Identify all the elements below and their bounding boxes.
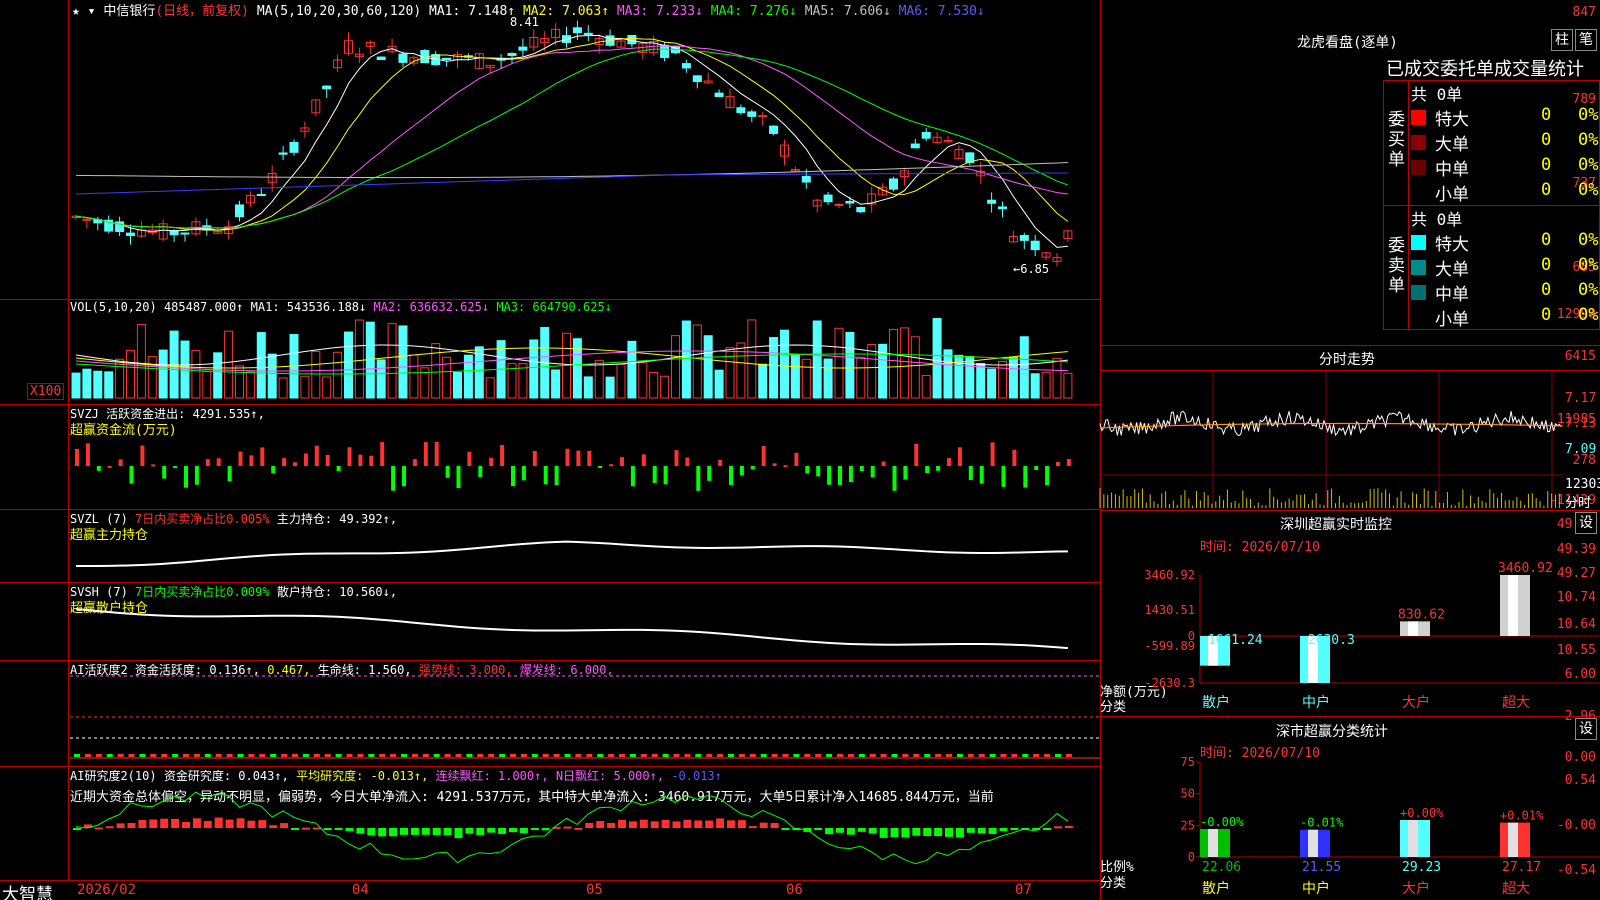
- right-charts-canvas: 3460.921430.510-599.89-2630.3-1661.24散户-…: [1099, 371, 1600, 897]
- stat-value-label: 27.17: [1502, 860, 1541, 875]
- stat-tick: 50: [1181, 787, 1195, 801]
- monitor-category: 中户: [1302, 694, 1330, 711]
- monitor-bar-highlight: [1508, 575, 1518, 636]
- monitor-tick: 1430.51: [1144, 603, 1195, 617]
- stat-category: 中户: [1302, 880, 1330, 897]
- monitor-tick: -2630.3: [1144, 676, 1195, 690]
- stat-change-label: -0.00%: [1200, 815, 1244, 829]
- stat-tick: 0: [1188, 850, 1195, 864]
- stat-value-label: 22.06: [1202, 860, 1241, 875]
- stat-category: 散户: [1202, 880, 1230, 897]
- stat-change-label: +0.00%: [1400, 806, 1444, 820]
- stat-value-label: 29.23: [1402, 860, 1441, 875]
- monitor-category: 散户: [1202, 694, 1230, 711]
- stat-tick: 75: [1181, 755, 1195, 769]
- stat-change-label: -0.01%: [1300, 816, 1344, 830]
- monitor-bar-label: 830.62: [1398, 607, 1445, 622]
- monitor-category: 大户: [1402, 694, 1430, 711]
- monitor-bar-label: -1661.24: [1200, 633, 1263, 648]
- stat-bar-highlight: [1508, 822, 1518, 857]
- stat-change-label: +0.01%: [1500, 809, 1544, 823]
- stat-category: 超大: [1502, 881, 1530, 897]
- monitor-tick: 3460.92: [1144, 568, 1195, 582]
- monitor-bar-highlight: [1408, 621, 1418, 636]
- monitor-bar-label: 3460.92: [1498, 561, 1553, 576]
- stat-bar-highlight: [1308, 829, 1318, 857]
- stat-category: 大户: [1402, 880, 1430, 897]
- stat-bar-highlight: [1408, 819, 1418, 857]
- monitor-bar-label: -2630.3: [1300, 633, 1355, 648]
- stat-tick: 25: [1181, 818, 1195, 832]
- monitor-tick: -599.89: [1144, 639, 1195, 653]
- stat-bar-highlight: [1208, 829, 1218, 857]
- stat-value-label: 21.55: [1302, 860, 1341, 875]
- monitor-category: 超大: [1502, 695, 1530, 711]
